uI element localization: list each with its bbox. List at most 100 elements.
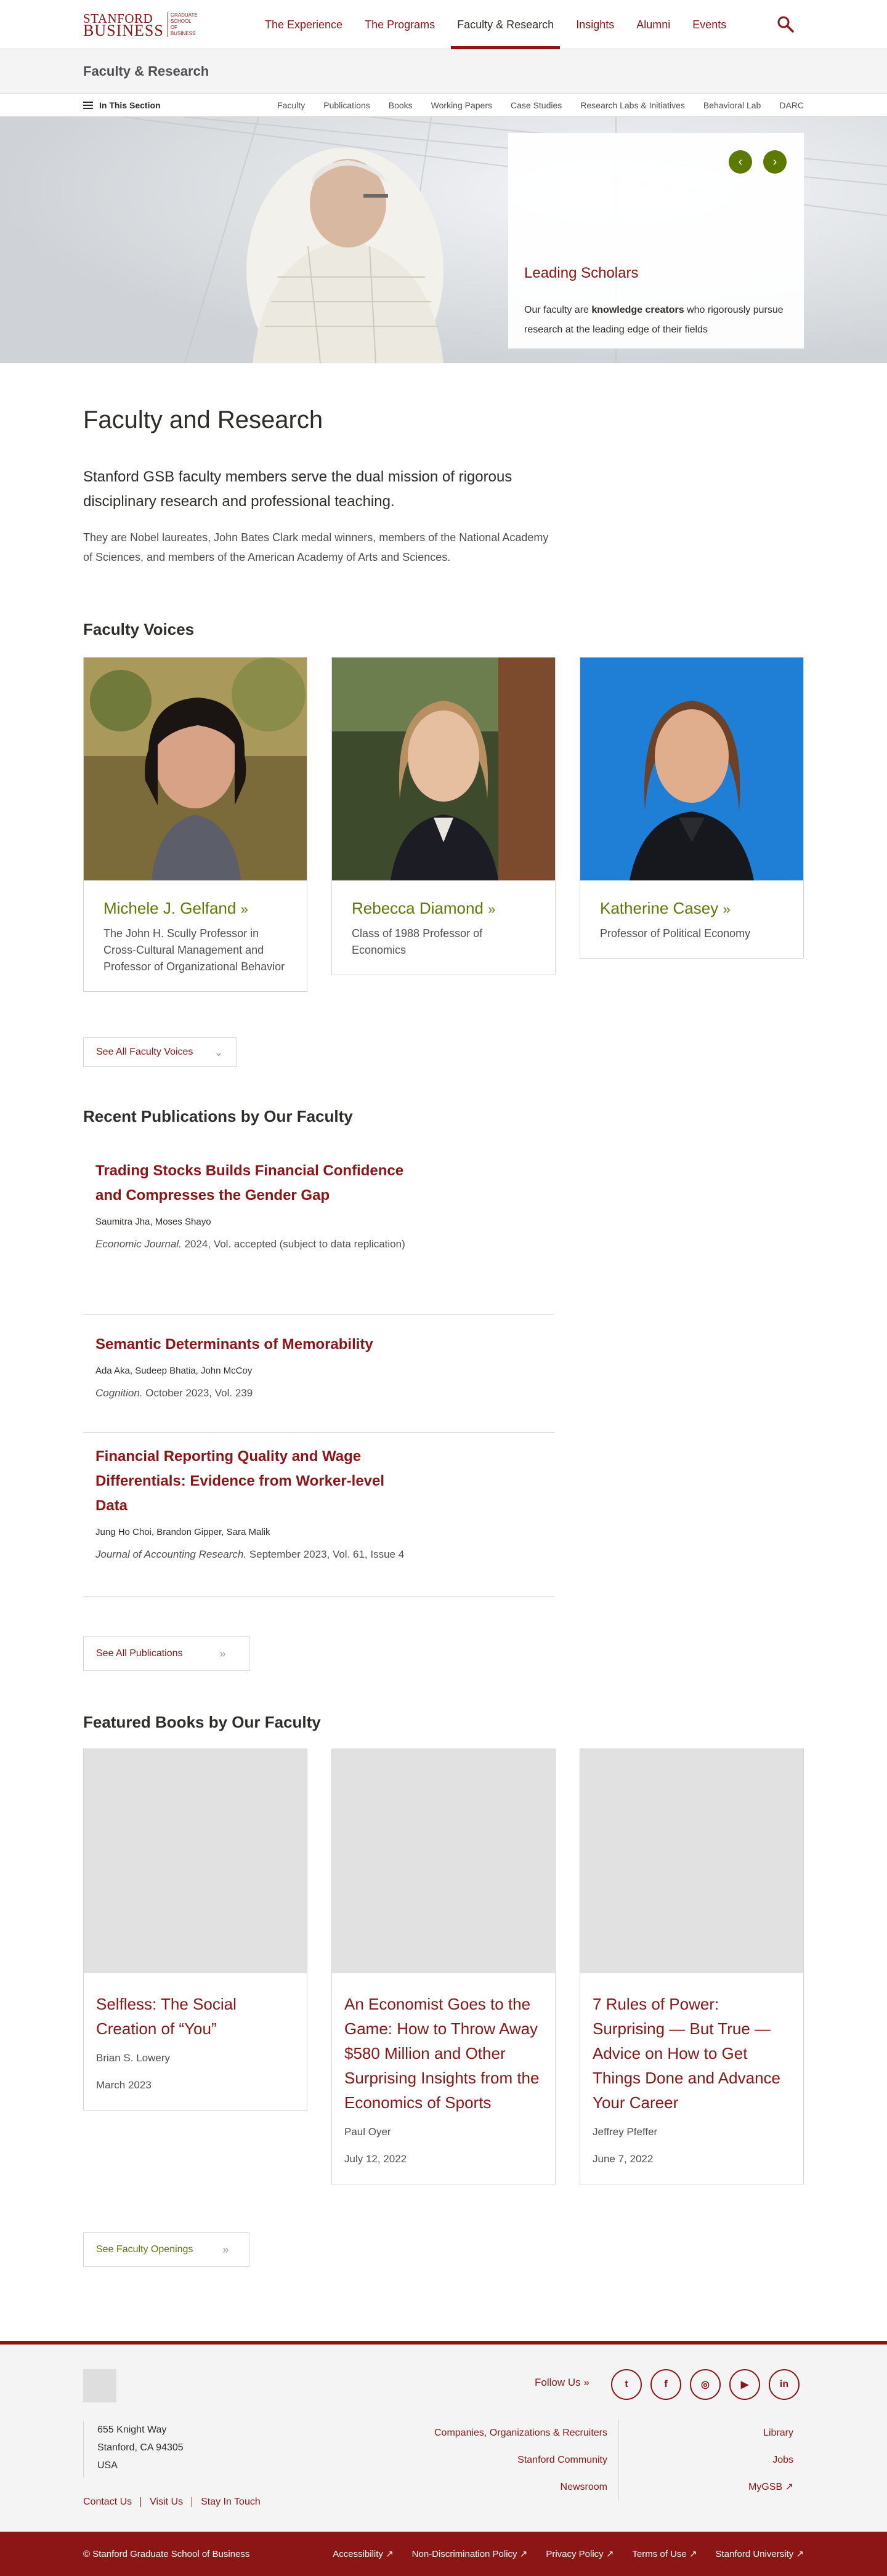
stanford-gsb-logo[interactable]: STANFORD BUSINESS GRADUATE SCHOOL OF BUS…	[83, 12, 198, 39]
see-faculty-openings-button[interactable]: See Faculty Openings »	[83, 2232, 249, 2267]
publication-authors: Saumitra Jha, Moses Shayo	[95, 1217, 211, 1227]
subnav-research-labs[interactable]: Research Labs & Initiatives	[580, 100, 685, 110]
external-link-icon: ↗	[689, 2549, 697, 2559]
in-this-section-toggle[interactable]: In This Section	[83, 100, 161, 110]
faculty-card[interactable]: Katherine Casey » Professor of Political…	[580, 657, 804, 959]
footer-link-visit-us[interactable]: Visit Us	[140, 2497, 192, 2507]
book-cover-image	[580, 1749, 803, 1973]
subnav-darc[interactable]: DARC	[779, 100, 804, 110]
hero-title[interactable]: Leading Scholars	[524, 265, 638, 282]
address-line: 655 Knight Way	[97, 2425, 167, 2435]
nav-the-experience[interactable]: The Experience	[265, 0, 342, 49]
top-bar: STANFORD BUSINESS GRADUATE SCHOOL OF BUS…	[0, 0, 887, 49]
publication-details: October 2023, Vol. 239	[142, 1387, 253, 1399]
footer-link-companies[interactable]: Companies, Organizations & Recruiters	[397, 2420, 607, 2447]
facebook-icon[interactable]: f	[650, 2369, 681, 2400]
nav-alumni[interactable]: Alumni	[636, 0, 670, 49]
book-author: Paul Oyer	[344, 2126, 391, 2138]
faculty-card[interactable]: Rebecca Diamond » Class of 1988 Professo…	[331, 657, 556, 975]
faculty-name-link[interactable]: Katherine Casey »	[600, 899, 784, 918]
publication-title[interactable]: Semantic Determinants of Memorability	[95, 1332, 416, 1357]
follow-us-text: Follow Us	[535, 2377, 581, 2388]
section-title[interactable]: Faculty & Research	[83, 63, 209, 79]
footer-logo[interactable]	[83, 2369, 116, 2402]
subnav-books[interactable]: Books	[389, 100, 413, 110]
chevron-right-icon[interactable]: ›	[763, 150, 787, 174]
main-nav: The Experience The Programs Faculty & Re…	[265, 0, 748, 49]
double-chevron-right-icon: »	[222, 2243, 229, 2256]
book-title[interactable]: Selfless: The Social Creation of “You”	[96, 1992, 294, 2041]
twitter-icon[interactable]: t	[611, 2369, 642, 2400]
hero-text-start: Our faculty are	[524, 305, 592, 315]
faculty-photo	[580, 658, 803, 880]
footer-contact-links: Contact Us Visit Us Stay In Touch	[83, 2497, 269, 2507]
book-title[interactable]: 7 Rules of Power: Surprising — But True …	[593, 1992, 791, 2115]
nav-faculty-research[interactable]: Faculty & Research	[451, 0, 561, 49]
nav-the-programs[interactable]: The Programs	[365, 0, 435, 49]
intro-lead: Stanford GSB faculty members serve the d…	[83, 469, 512, 510]
subnav-behavioral-lab[interactable]: Behavioral Lab	[703, 100, 761, 110]
book-card[interactable]: 7 Rules of Power: Surprising — But True …	[580, 1749, 804, 2184]
chevron-left-icon[interactable]: ‹	[729, 150, 752, 174]
subnav-links: Faculty Publications Books Working Paper…	[259, 100, 804, 110]
footer-link-library[interactable]: Library	[708, 2420, 793, 2447]
external-link-icon: ↗	[796, 2549, 804, 2559]
youtube-icon[interactable]: ▶	[729, 2369, 760, 2400]
book-date: July 12, 2022	[344, 2153, 407, 2165]
publication-title[interactable]: Financial Reporting Quality and Wage Dif…	[95, 1444, 416, 1518]
double-chevron-right-icon: »	[219, 1647, 226, 1660]
subnav-working-papers[interactable]: Working Papers	[431, 100, 492, 110]
hero-text-bold: knowledge creators	[591, 305, 684, 315]
site-header: STANFORD BUSINESS GRADUATE SCHOOL OF BUS…	[0, 0, 887, 117]
book-cover-image	[84, 1749, 307, 1973]
section-subnav: In This Section Faculty Publications Boo…	[0, 94, 887, 117]
faculty-title: Professor of Political Economy	[600, 927, 751, 940]
legal-link-accessibility[interactable]: Accessibility ↗	[333, 2548, 393, 2559]
legal-link-privacy[interactable]: Privacy Policy ↗	[546, 2548, 614, 2559]
book-date: June 7, 2022	[593, 2153, 654, 2165]
legal-link-terms[interactable]: Terms of Use ↗	[632, 2548, 697, 2559]
hero-carousel: ‹ › Leading Scholars Our faculty are kno…	[0, 117, 887, 363]
faculty-name-link[interactable]: Rebecca Diamond »	[352, 899, 535, 918]
footer-link-stanford-community[interactable]: Stanford Community	[397, 2447, 607, 2474]
faculty-name-link[interactable]: Michele J. Gelfand »	[103, 899, 287, 918]
footer-link-newsroom[interactable]: Newsroom	[397, 2474, 607, 2501]
faculty-card[interactable]: Michele J. Gelfand » The John H. Scully …	[83, 657, 307, 992]
faculty-photo	[84, 658, 307, 880]
publication-title[interactable]: Trading Stocks Builds Financial Confiden…	[95, 1159, 416, 1208]
publications-heading: Recent Publications by Our Faculty	[83, 1107, 353, 1125]
logo-side-text: GRADUATE SCHOOL OF BUSINESS	[167, 12, 198, 37]
intro-body: They are Nobel laureates, John Bates Cla…	[83, 531, 549, 563]
footer-link-contact-us[interactable]: Contact Us	[83, 2497, 140, 2507]
legal-link-non-discrimination[interactable]: Non-Discrimination Policy ↗	[412, 2548, 528, 2559]
logo-wordmark: STANFORD BUSINESS	[83, 12, 164, 39]
see-all-publications-button[interactable]: See All Publications »	[83, 1636, 249, 1671]
nav-events[interactable]: Events	[692, 0, 726, 49]
book-title[interactable]: An Economist Goes to the Game: How to Th…	[344, 1992, 543, 2115]
subnav-publications[interactable]: Publications	[323, 100, 370, 110]
instagram-icon[interactable]: ◎	[690, 2369, 721, 2400]
faculty-title: Class of 1988 Professor of Economics	[352, 927, 483, 956]
footer-link-stay-in-touch[interactable]: Stay In Touch	[192, 2497, 269, 2507]
faculty-name: Rebecca Diamond	[352, 899, 484, 917]
external-link-icon: ↗	[606, 2549, 614, 2559]
search-icon[interactable]	[776, 15, 795, 33]
publication-journal: Economic Journal.	[95, 1238, 182, 1250]
legal-link-stanford-university[interactable]: Stanford University ↗	[716, 2548, 804, 2559]
linkedin-icon[interactable]: in	[769, 2369, 800, 2400]
external-link-icon: ↗	[785, 2482, 793, 2492]
hero-slide-card: ‹ › Leading Scholars Our faculty are kno…	[508, 133, 804, 348]
footer-address: 655 Knight Way Stanford, CA 94305 USA	[83, 2421, 184, 2477]
book-card[interactable]: Selfless: The Social Creation of “You” B…	[83, 1749, 307, 2111]
book-card[interactable]: An Economist Goes to the Game: How to Th…	[331, 1749, 556, 2184]
footer-right-links: Library Jobs MyGSB ↗	[708, 2420, 793, 2501]
footer-link-jobs[interactable]: Jobs	[708, 2447, 793, 2474]
nav-insights[interactable]: Insights	[576, 0, 614, 49]
subnav-faculty[interactable]: Faculty	[277, 100, 305, 110]
subnav-case-studies[interactable]: Case Studies	[511, 100, 562, 110]
legal-bar: © Stanford Graduate School of Business A…	[0, 2532, 887, 2576]
footer-link-mygsb[interactable]: MyGSB ↗	[708, 2474, 793, 2501]
menu-icon	[83, 101, 93, 109]
faculty-name: Katherine Casey	[600, 899, 719, 917]
see-all-faculty-voices-button[interactable]: See All Faculty Voices ⌄	[83, 1037, 237, 1067]
